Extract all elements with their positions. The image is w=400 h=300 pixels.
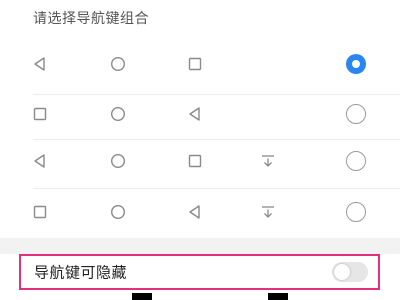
toggle-knob	[334, 264, 350, 280]
section-gap	[0, 238, 400, 254]
notification-pull-down-icon	[262, 206, 274, 218]
home-circle-icon	[110, 106, 126, 122]
back-triangle-icon	[34, 57, 45, 71]
recents-square-icon	[33, 107, 47, 121]
notification-pull-down-icon	[262, 155, 274, 167]
back-triangle-icon	[34, 154, 45, 168]
recents-square-icon	[188, 57, 202, 71]
nav-keys-hideable-label: 导航键可隐藏	[34, 263, 128, 282]
back-triangle-icon	[189, 205, 200, 219]
bottom-edge-mark	[268, 293, 288, 300]
option-4-radio[interactable]	[346, 202, 366, 222]
back-triangle-icon	[189, 107, 200, 121]
option-1-radio[interactable]	[346, 54, 366, 74]
home-circle-icon	[110, 56, 126, 72]
nav-keys-hideable-toggle[interactable]	[332, 262, 368, 282]
nav-combination-option-4[interactable]	[0, 182, 400, 242]
nav-keys-hideable-setting[interactable]: 导航键可隐藏	[19, 254, 380, 290]
recents-square-icon	[33, 205, 47, 219]
page-title: 请选择导航键组合	[33, 11, 149, 27]
option-3-radio[interactable]	[346, 151, 366, 171]
option-2-radio[interactable]	[346, 104, 366, 124]
home-circle-icon	[110, 153, 126, 169]
bottom-edge-mark	[132, 293, 152, 300]
home-circle-icon	[110, 204, 126, 220]
recents-square-icon	[188, 154, 202, 168]
